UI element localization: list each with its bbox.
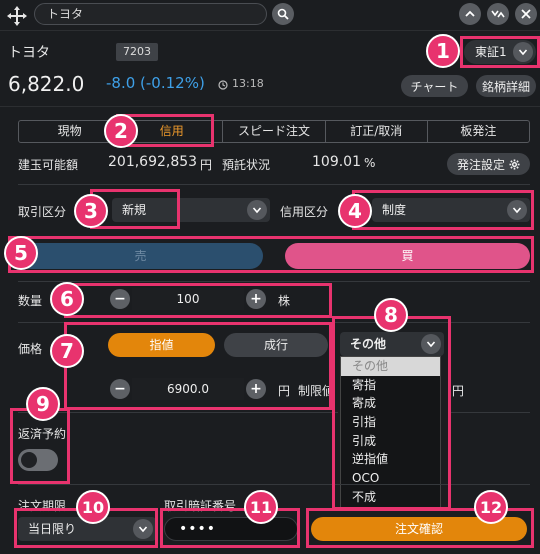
stock-name: トヨタ — [8, 45, 50, 61]
margin-capacity-label: 建玉可能額 — [18, 158, 79, 172]
badge-6: 6 — [50, 282, 84, 316]
stock-code-badge: 7203 — [116, 43, 158, 61]
badge-1: 1 — [426, 34, 460, 68]
badge-12: 12 — [474, 490, 508, 524]
badge-2: 2 — [104, 114, 138, 148]
price-label: 価格 — [18, 342, 43, 356]
tab-board-order[interactable]: 板発注 — [428, 121, 529, 142]
search-icon — [277, 8, 289, 20]
stock-details-button[interactable]: 銘柄詳細 — [476, 75, 536, 97]
order-settings-label: 発注設定 — [456, 157, 505, 172]
highlight-quantity — [64, 283, 332, 318]
highlight-credit-type — [352, 190, 534, 230]
price-change: -8.0 (-0.12%) — [106, 74, 205, 92]
badge-7: 7 — [50, 334, 84, 368]
badge-4: 4 — [338, 194, 372, 228]
tab-speed-order[interactable]: スピード注文 — [223, 121, 326, 142]
order-settings-button[interactable]: 発注設定 — [447, 153, 530, 175]
credit-type-label: 信用区分 — [280, 205, 329, 219]
chart-button[interactable]: チャート — [401, 75, 468, 97]
drag-handle-icon[interactable] — [6, 5, 28, 27]
deposit-status-label: 預託状況 — [222, 158, 271, 172]
chevron-up-icon — [465, 10, 475, 17]
badge-3: 3 — [74, 194, 108, 228]
highlight-market — [460, 36, 540, 68]
tab-modify-cancel[interactable]: 訂正/取消 — [326, 121, 428, 142]
swap-button[interactable] — [487, 3, 509, 25]
close-button[interactable] — [515, 3, 537, 25]
highlight-other — [332, 316, 451, 510]
margin-capacity-value: 201,692,853 — [108, 154, 198, 170]
current-price: 6,822.0 — [8, 72, 85, 96]
badge-11: 11 — [244, 490, 278, 524]
search-button[interactable] — [272, 3, 294, 25]
badge-8: 8 — [374, 298, 408, 332]
collapse-button[interactable] — [459, 3, 481, 25]
gear-icon — [509, 158, 520, 170]
quantity-label: 数量 — [18, 294, 43, 308]
badge-9: 9 — [26, 387, 60, 421]
deposit-status-unit: % — [364, 156, 376, 170]
order-type-tabs: 現物 信用 スピード注文 訂正/取消 板発注 — [18, 120, 530, 143]
deposit-status-value: 109.01 — [312, 154, 361, 170]
search-input[interactable]: トヨタ — [34, 3, 267, 25]
trade-type-label: 取引区分 — [18, 205, 67, 219]
highlight-pin — [160, 508, 300, 548]
badge-10: 10 — [76, 490, 110, 524]
highlight-side — [8, 236, 534, 273]
close-icon — [521, 9, 531, 19]
price-limit-note-unit: 円 — [452, 384, 465, 398]
highlight-price — [64, 322, 332, 410]
chevron-down-icon — [247, 200, 267, 220]
clock-icon — [218, 79, 228, 90]
swap-arrows-icon — [491, 10, 505, 18]
quote-time: 13:18 — [232, 77, 264, 90]
margin-capacity-unit: 円 — [200, 158, 213, 172]
badge-5: 5 — [4, 236, 38, 270]
